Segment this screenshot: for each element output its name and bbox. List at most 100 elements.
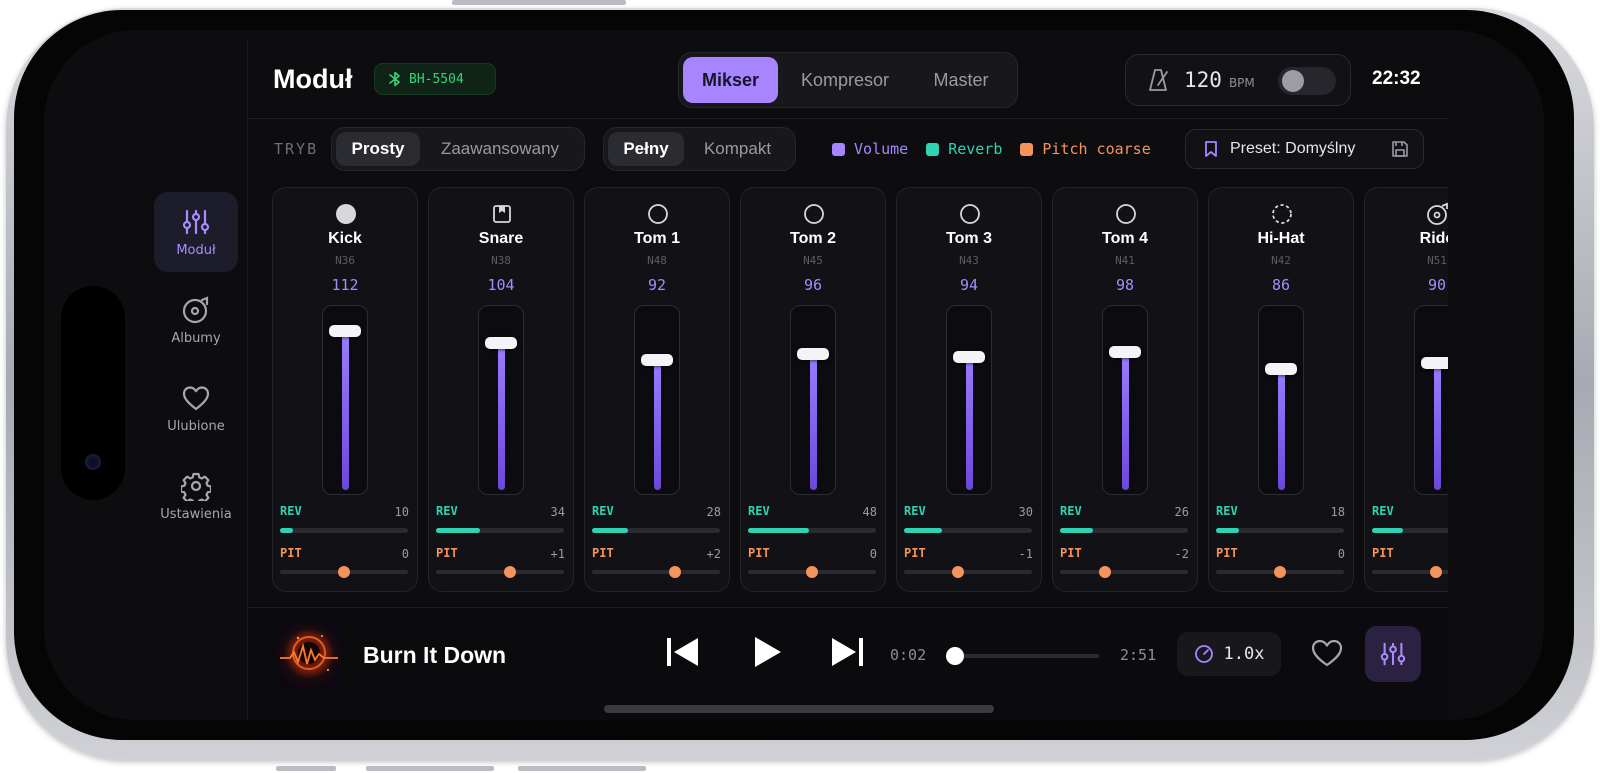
pitch-slider-thumb[interactable] bbox=[1098, 566, 1111, 578]
bookmark-icon bbox=[1205, 141, 1217, 157]
volume-fader-thumb[interactable] bbox=[329, 325, 361, 337]
legend-item-pitch: Pitch coarse bbox=[1020, 140, 1151, 158]
reverb-label: REV bbox=[280, 504, 302, 518]
channel-strip: Kick N36 112 REV 10 PIT 0 bbox=[272, 187, 418, 592]
reverb-slider[interactable] bbox=[280, 528, 408, 533]
pitch-slider-thumb[interactable] bbox=[806, 566, 818, 578]
sidebar-item-ulubione[interactable]: Ulubione bbox=[154, 368, 238, 448]
pitch-slider[interactable] bbox=[904, 566, 1032, 578]
bpm-value[interactable]: 120 bbox=[1184, 68, 1222, 92]
volume-fader[interactable] bbox=[634, 305, 680, 495]
volume-fader[interactable] bbox=[946, 305, 992, 495]
sidebar-item-ustawienia[interactable]: Ustawienia bbox=[154, 456, 238, 536]
channel-strip: Tom 2 N45 96 REV 48 PIT 0 bbox=[740, 187, 886, 592]
channel-name: Snare bbox=[478, 230, 524, 247]
reverb-slider[interactable] bbox=[592, 528, 720, 533]
volume-value: 112 bbox=[331, 276, 359, 294]
bluetooth-device-badge[interactable]: BH-5504 bbox=[374, 63, 496, 95]
volume-fader-thumb[interactable] bbox=[1109, 346, 1141, 358]
reverb-slider[interactable] bbox=[1060, 528, 1188, 533]
view-option-pelny[interactable]: Pełny bbox=[608, 132, 684, 166]
volume-fader-thumb[interactable] bbox=[1421, 357, 1448, 369]
sliders-icon bbox=[1380, 642, 1406, 666]
pitch-slider[interactable] bbox=[592, 566, 720, 578]
next-track-icon[interactable] bbox=[830, 634, 866, 670]
screen: Moduł Albumy Ulubione Ustawienia Moduł B… bbox=[44, 30, 1544, 720]
metronome-toggle[interactable] bbox=[1278, 67, 1336, 95]
mode-option-zaawansowany[interactable]: Zaawansowany bbox=[420, 132, 580, 166]
pitch-slider[interactable] bbox=[436, 566, 564, 578]
reverb-slider[interactable] bbox=[904, 528, 1032, 533]
volume-fader-thumb[interactable] bbox=[485, 337, 517, 349]
duration-time: 2:51 bbox=[1120, 646, 1157, 664]
volume-fader-thumb[interactable] bbox=[641, 354, 673, 366]
pitch-slider-thumb[interactable] bbox=[338, 566, 350, 578]
reverb-slider[interactable] bbox=[1216, 528, 1344, 533]
volume-value: 92 bbox=[647, 276, 667, 294]
channel-name: Tom 3 bbox=[946, 230, 992, 247]
reverb-slider[interactable] bbox=[436, 528, 564, 533]
reverb-fill bbox=[280, 528, 293, 533]
volume-fader-thumb[interactable] bbox=[1265, 363, 1297, 375]
sidebar-item-albumy[interactable]: Albumy bbox=[154, 280, 238, 360]
volume-fader[interactable] bbox=[478, 305, 524, 495]
volume-fill bbox=[654, 358, 661, 490]
favorite-heart-icon[interactable] bbox=[1311, 638, 1343, 668]
kick-drum-icon bbox=[336, 204, 356, 224]
seek-thumb[interactable] bbox=[945, 647, 964, 665]
pitch-label: PIT bbox=[1216, 546, 1238, 560]
tom-drum-icon bbox=[1116, 204, 1136, 224]
tom-drum-icon bbox=[648, 204, 668, 224]
channel-strip: Hi-Hat N42 86 REV 18 PIT 0 bbox=[1208, 187, 1354, 592]
phone-action-button bbox=[276, 766, 336, 771]
gear-icon bbox=[181, 472, 211, 501]
tab-master[interactable]: Master bbox=[912, 57, 1010, 103]
save-icon[interactable] bbox=[1391, 140, 1409, 158]
sidebar-item-modul[interactable]: Moduł bbox=[154, 192, 238, 272]
reverb-fill bbox=[1216, 528, 1239, 533]
seek-bar[interactable] bbox=[945, 647, 1099, 665]
volume-fader[interactable] bbox=[1258, 305, 1304, 495]
tab-kompresor[interactable]: Kompresor bbox=[778, 57, 912, 103]
pitch-slider[interactable] bbox=[748, 566, 876, 578]
main-tabs: Mikser Kompresor Master bbox=[678, 52, 1018, 108]
reverb-slider[interactable] bbox=[748, 528, 876, 533]
volume-fader-thumb[interactable] bbox=[797, 348, 829, 360]
mode-option-prosty[interactable]: Prosty bbox=[336, 132, 420, 166]
tab-mikser[interactable]: Mikser bbox=[683, 57, 778, 103]
pitch-slider[interactable] bbox=[280, 566, 408, 578]
channel-note: N43 bbox=[959, 254, 979, 267]
mode-selector: Prosty Zaawansowany bbox=[331, 127, 585, 171]
channel-note: N42 bbox=[1271, 254, 1291, 267]
pitch-slider[interactable] bbox=[1060, 566, 1188, 578]
view-option-kompakt[interactable]: Kompakt bbox=[684, 132, 791, 166]
pitch-slider-thumb[interactable] bbox=[503, 566, 516, 578]
album-art[interactable] bbox=[276, 622, 342, 688]
pitch-slider-thumb[interactable] bbox=[1430, 566, 1442, 578]
playback-speed-button[interactable]: 1.0x bbox=[1177, 632, 1281, 676]
pitch-slider-thumb[interactable] bbox=[669, 566, 682, 578]
channel-note: N48 bbox=[647, 254, 667, 267]
home-indicator[interactable] bbox=[604, 705, 994, 713]
mixer-button[interactable] bbox=[1365, 626, 1421, 682]
volume-fader-thumb[interactable] bbox=[953, 351, 985, 363]
sidebar: Moduł Albumy Ulubione Ustawienia bbox=[154, 192, 238, 544]
previous-track-icon[interactable] bbox=[664, 634, 700, 670]
pitch-value: +1 bbox=[550, 547, 565, 561]
reverb-label: REV bbox=[904, 504, 926, 518]
pitch-slider[interactable] bbox=[1372, 566, 1448, 578]
reverb-slider[interactable] bbox=[1372, 528, 1448, 533]
volume-fader[interactable] bbox=[1414, 305, 1448, 495]
volume-fader[interactable] bbox=[1102, 305, 1148, 495]
preset-selector[interactable]: Preset: Domyślny bbox=[1185, 129, 1424, 169]
pitch-slider-thumb[interactable] bbox=[952, 566, 965, 578]
volume-fader[interactable] bbox=[790, 305, 836, 495]
bluetooth-icon bbox=[389, 71, 400, 87]
play-icon[interactable] bbox=[749, 634, 785, 670]
volume-fader[interactable] bbox=[322, 305, 368, 495]
header-divider bbox=[248, 118, 1448, 119]
pitch-slider-thumb[interactable] bbox=[1274, 566, 1286, 578]
dynamic-island bbox=[61, 286, 125, 500]
preset-label: Preset: Domyślny bbox=[1230, 140, 1356, 157]
pitch-slider[interactable] bbox=[1216, 566, 1344, 578]
